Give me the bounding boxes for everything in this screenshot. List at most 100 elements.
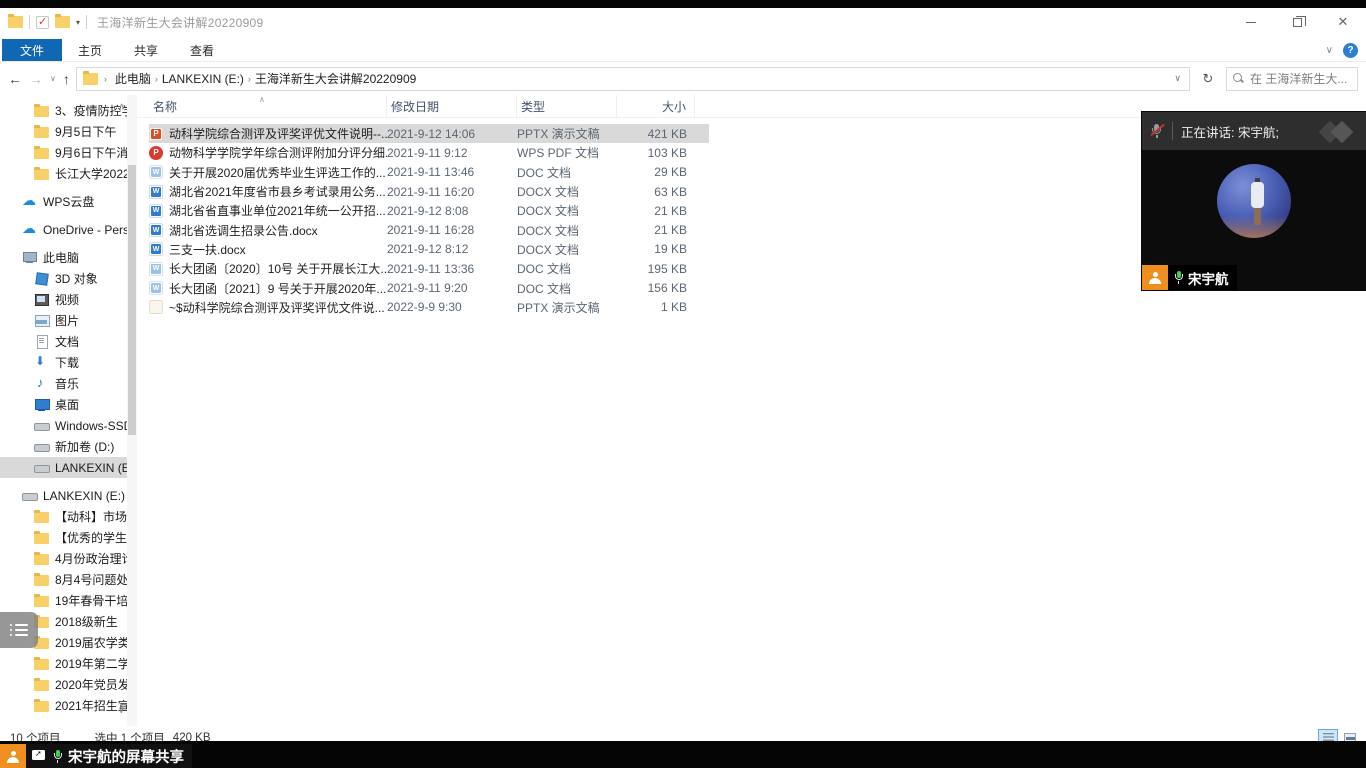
breadcrumb: 此电脑 › LANKEXIN (E:) › 王海洋新生大会讲解20220909 bbox=[113, 70, 418, 87]
sidebar-item-label: 桌面 bbox=[55, 398, 80, 412]
table-row[interactable]: 长大团函〔2021〕9 号关于开展2020年...2021-9-11 9:20 D… bbox=[149, 278, 709, 297]
tab-file[interactable]: 文件 bbox=[2, 39, 63, 61]
doc-file-icon bbox=[149, 165, 163, 180]
expand-ribbon-icon[interactable]: ∨ bbox=[1326, 45, 1333, 56]
sidebar-item[interactable]: 视频 bbox=[0, 289, 127, 310]
screen-share-indicator[interactable]: 宋宇航的屏幕共享 bbox=[0, 744, 192, 768]
sidebar-item[interactable]: WPS云盘 bbox=[0, 191, 127, 212]
help-icon[interactable]: ? bbox=[1343, 43, 1358, 58]
sidebar-item[interactable]: 9月5日下午 bbox=[0, 121, 127, 142]
sidebar-item[interactable]: 桌面 bbox=[0, 394, 127, 415]
sidebar-item[interactable]: 19年春骨干培训 bbox=[0, 590, 127, 611]
sidebar-item[interactable]: 9月6日下午消防 bbox=[0, 142, 127, 163]
properties-check-icon[interactable] bbox=[36, 15, 49, 29]
sidebar-item[interactable]: Windows-SSD ( bbox=[0, 415, 127, 436]
address-bar-row: ← → ∨ ↑ › 此电脑 › LANKEXIN (E:) › 王海洋新生大会讲解202… bbox=[0, 62, 1366, 96]
sidebar-scroll-up-icon[interactable]: ∧ bbox=[118, 101, 125, 112]
sidebar-item[interactable]: LANKEXIN (E:) bbox=[0, 485, 127, 506]
address-bar[interactable]: › 此电脑 › LANKEXIN (E:) › 王海洋新生大会讲解20220909 ∨ bbox=[75, 66, 1190, 91]
sidebar-item-label: 下载 bbox=[55, 356, 80, 370]
recent-locations-icon[interactable]: ∨ bbox=[50, 74, 56, 83]
sidebar-item-label: 2020年党员发展 bbox=[55, 678, 127, 692]
sidebar-item[interactable]: 3D 对象 bbox=[0, 268, 127, 289]
ribbon-tab-bar: 文件 主页 共享 查看 ∨ ? bbox=[0, 36, 1366, 62]
file-name: 动科学院综合测评及评奖评优文件说明--... bbox=[169, 127, 387, 142]
search-icon bbox=[1233, 73, 1244, 84]
participant-name-tag: 宋宇航 bbox=[1142, 265, 1237, 290]
sidebar-item[interactable]: 2020年党员发展 bbox=[0, 674, 127, 695]
restore-button[interactable] bbox=[1274, 8, 1320, 36]
file-date: 2021-9-11 9:12 bbox=[387, 145, 468, 160]
tab-home[interactable]: 主页 bbox=[62, 39, 118, 61]
file-name: ~$动科学院综合测评及评奖评优文件说... bbox=[169, 300, 385, 315]
close-button[interactable]: ✕ bbox=[1320, 8, 1366, 36]
ppt-file-icon bbox=[149, 126, 163, 141]
back-icon[interactable]: ← bbox=[8, 71, 22, 87]
divider bbox=[1172, 122, 1173, 140]
table-row[interactable]: 湖北省2021年度省市县乡考试录用公务...2021-9-11 16:20 DOC… bbox=[149, 182, 709, 201]
sidebar-item[interactable]: 【动科】市场拓 bbox=[0, 506, 127, 527]
forward-icon[interactable]: → bbox=[29, 71, 43, 87]
breadcrumb-segment[interactable]: 王海洋新生大会讲解20220909 bbox=[253, 70, 418, 87]
table-row[interactable]: 三支一扶.docx 2021-9-12 8:12 DOCX 文档 19 KB bbox=[149, 240, 709, 259]
share-label: 宋宇航的屏幕共享 bbox=[68, 750, 184, 766]
table-row[interactable]: 长大团函〔2020〕10号 关于开展长江大...2021-9-11 13:36 D… bbox=[149, 259, 709, 278]
search-box[interactable]: 在 王海洋新生大... bbox=[1226, 66, 1358, 91]
sidebar-item-label: WPS云盘 bbox=[43, 195, 95, 209]
breadcrumb-segment[interactable]: 此电脑 bbox=[113, 70, 153, 87]
sidebar-item[interactable]: 2019年第二学期 bbox=[0, 653, 127, 674]
new-folder-icon[interactable] bbox=[55, 14, 70, 28]
sidebar-item[interactable]: 图片 bbox=[0, 310, 127, 331]
sidebar-item[interactable]: 8月4号问题处理 bbox=[0, 569, 127, 590]
column-header-name[interactable]: 名称 ∧ bbox=[149, 94, 387, 118]
meeting-float-widget[interactable] bbox=[0, 612, 38, 648]
sidebar-item[interactable]: OneDrive - Perso bbox=[0, 219, 127, 240]
sidebar-scroll-down-icon[interactable]: ∨ bbox=[118, 705, 125, 716]
file-type: DOCX 文档 bbox=[517, 242, 580, 257]
tab-view[interactable]: 查看 bbox=[174, 39, 230, 61]
table-row[interactable]: 动科学院综合测评及评奖评优文件说明--...2021-9-12 14:06 PPT… bbox=[149, 124, 709, 144]
table-row[interactable]: ~$动科学院综合测评及评奖评优文件说... 2022-9-9 9:30 PPTX 演… bbox=[149, 298, 709, 317]
sidebar-item[interactable]: 此电脑 bbox=[0, 247, 127, 268]
participant-video[interactable]: 宋宇航 bbox=[1142, 150, 1366, 290]
sidebar-item[interactable]: 新加卷 (D:) bbox=[0, 436, 127, 457]
sidebar-item[interactable]: 文档 bbox=[0, 331, 127, 352]
sidebar-item[interactable]: 长江大学2022级 bbox=[0, 163, 127, 184]
sidebar-item[interactable]: 3、疫情防控学习 bbox=[0, 100, 127, 121]
participant-avatar bbox=[1217, 164, 1291, 238]
table-row[interactable]: 关于开展2020届优秀毕业生评选工作的...2021-9-11 13:46 DOC… bbox=[149, 163, 709, 182]
microphone-muted-icon[interactable] bbox=[1150, 123, 1165, 139]
sidebar-item-label: 此电脑 bbox=[43, 251, 80, 265]
member-list-icon bbox=[10, 624, 28, 636]
column-header-size[interactable]: 大小 bbox=[617, 94, 695, 118]
sidebar-item-label: 3D 对象 bbox=[55, 272, 98, 286]
sidebar-scrollbar-thumb[interactable] bbox=[128, 165, 136, 435]
meeting-video-panel[interactable]: 正在讲话: 宋宇航; 宋宇航 bbox=[1142, 112, 1366, 290]
sidebar-item[interactable]: 4月份政治理论学 bbox=[0, 548, 127, 569]
file-name: 湖北省2021年度省市县乡考试录用公务... bbox=[169, 185, 386, 200]
window-title: 王海洋新生大会讲解20220909 bbox=[97, 15, 264, 30]
title-bar: ▾ 王海洋新生大会讲解20220909 ✕ bbox=[0, 8, 1366, 36]
sidebar-scrollbar[interactable] bbox=[127, 95, 137, 726]
sidebar-item[interactable]: 【优秀的学生干 bbox=[0, 527, 127, 548]
column-header-date[interactable]: 修改日期 bbox=[387, 94, 517, 118]
up-icon[interactable]: ↑ bbox=[63, 71, 70, 87]
presence-person-icon bbox=[0, 744, 26, 768]
table-row[interactable]: 湖北省省直事业单位2021年统一公开招...2021-9-12 8:08 DOCX… bbox=[149, 201, 709, 220]
column-header-type[interactable]: 类型 bbox=[517, 94, 617, 118]
address-dropdown-icon[interactable]: ∨ bbox=[1174, 73, 1183, 84]
breadcrumb-segment[interactable]: LANKEXIN (E:) bbox=[160, 72, 246, 86]
sidebar-item[interactable]: 2021年招生宣传 bbox=[0, 695, 127, 716]
sidebar-item[interactable]: 下载 bbox=[0, 352, 127, 373]
table-row[interactable]: 动物科学学院学年综合测评附加分评分细...2021-9-11 9:12 WPS P… bbox=[149, 143, 709, 162]
refresh-button[interactable]: ↻ bbox=[1194, 67, 1222, 91]
table-row[interactable]: 湖北省选调生招录公告.docx 2021-9-11 16:28 DOCX 文档 21 … bbox=[149, 220, 709, 239]
doc-file-icon bbox=[149, 281, 163, 296]
tab-share[interactable]: 共享 bbox=[118, 39, 174, 61]
minimize-button[interactable] bbox=[1228, 8, 1274, 36]
file-name: 三支一扶.docx bbox=[169, 242, 246, 257]
sidebar-item[interactable]: 音乐 bbox=[0, 373, 127, 394]
sidebar-item[interactable]: LANKEXIN (E:) bbox=[0, 457, 127, 478]
folder-icon bbox=[34, 698, 49, 712]
qat-dropdown-icon[interactable]: ▾ bbox=[76, 18, 80, 27]
